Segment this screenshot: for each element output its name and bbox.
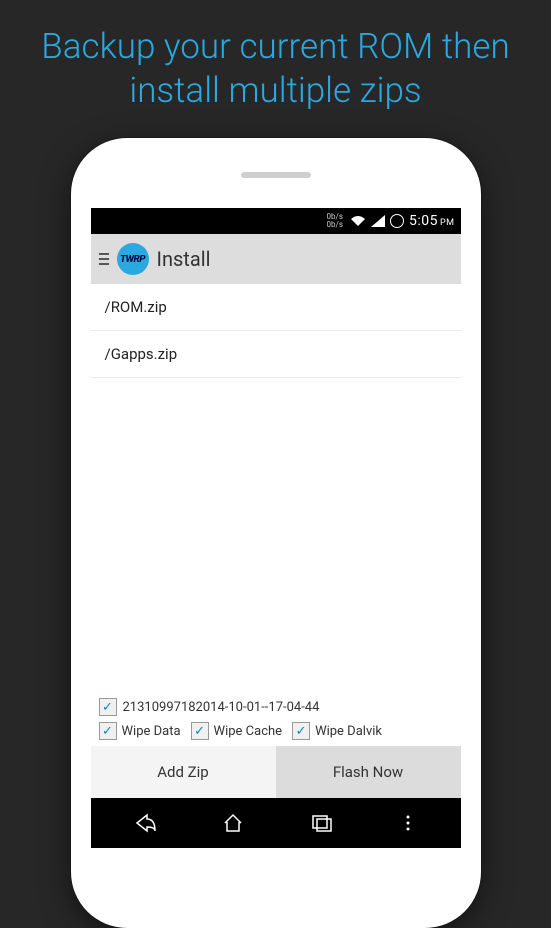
checkbox-checked-icon[interactable] [292,722,310,740]
phone-frame: 0b/s 0b/s 5:05 PM TWRP Install [71,138,481,928]
menu-icon[interactable] [99,253,109,265]
clock: 5:05 PM [409,213,455,229]
navigation-bar [91,798,461,848]
file-list: /ROM.zip /Gapps.zip 213109971820​14-10-0… [91,284,461,798]
network-speed: 0b/s 0b/s [327,213,343,229]
checkbox-checked-icon[interactable] [99,698,117,716]
button-row: Add Zip Flash Now [91,746,461,798]
list-item[interactable]: /Gapps.zip [91,331,461,378]
backup-label: 213109971820​14-10-01--17-04-44 [123,700,320,715]
battery-circle-icon [390,214,404,228]
checkbox-checked-icon[interactable] [99,722,117,740]
wipe-cache-checkbox[interactable]: Wipe Cache [191,722,283,740]
home-icon[interactable] [221,813,245,833]
backup-checkbox-row[interactable]: 213109971820​14-10-01--17-04-44 [91,695,461,719]
recents-icon[interactable] [310,813,334,833]
action-bar: TWRP Install [91,234,461,284]
menu-dots-icon[interactable] [398,813,418,833]
app-logo: TWRP [117,243,149,275]
wipe-options-row: Wipe Data Wipe Cache Wipe Dalvik [91,719,461,746]
checkbox-checked-icon[interactable] [191,722,209,740]
screen: 0b/s 0b/s 5:05 PM TWRP Install [91,208,461,848]
wipe-dalvik-checkbox[interactable]: Wipe Dalvik [292,722,382,740]
wipe-data-checkbox[interactable]: Wipe Data [99,722,181,740]
signal-icon [371,215,385,227]
page-title: Install [157,247,211,271]
wifi-icon [350,215,366,227]
add-zip-button[interactable]: Add Zip [91,746,276,798]
list-item[interactable]: /ROM.zip [91,284,461,331]
back-icon[interactable] [133,813,157,833]
flash-now-button[interactable]: Flash Now [276,746,461,798]
promo-headline: Backup your current ROM then install mul… [0,0,551,128]
status-bar: 0b/s 0b/s 5:05 PM [91,208,461,234]
